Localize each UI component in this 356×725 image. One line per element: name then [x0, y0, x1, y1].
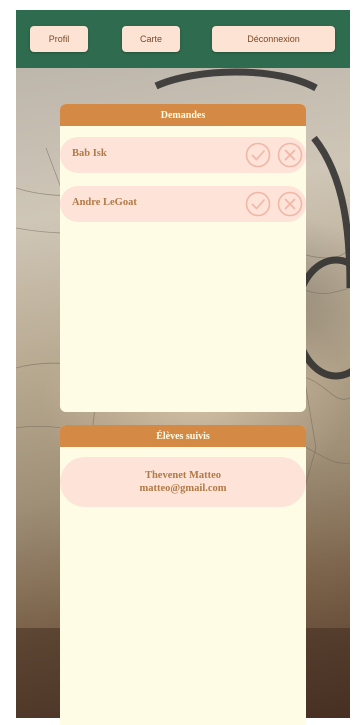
- top-navigation-bar: Profil Carte Déconnexion: [16, 10, 350, 68]
- request-row: Andre LeGoat: [60, 186, 306, 222]
- reject-request-close-icon[interactable]: [277, 191, 303, 217]
- accept-request-checkmark-icon[interactable]: [245, 142, 271, 168]
- student-email: matteo@gmail.com: [139, 483, 227, 494]
- request-row: Bab Isk: [60, 137, 306, 173]
- accept-request-checkmark-icon[interactable]: [245, 191, 271, 217]
- followed-students-panel: Élèves suivis Thevenet Matteo matteo@gma…: [60, 425, 306, 725]
- map-button[interactable]: Carte: [122, 26, 180, 52]
- requests-panel-title: Demandes: [60, 104, 306, 126]
- profile-button[interactable]: Profil: [30, 26, 88, 52]
- request-name: Andre LeGoat: [72, 197, 137, 208]
- requests-panel: Demandes Bab Isk Andre LeGoat: [60, 104, 306, 412]
- request-name: Bab Isk: [72, 148, 107, 159]
- reject-request-close-icon[interactable]: [277, 142, 303, 168]
- students-panel-title: Élèves suivis: [60, 425, 306, 447]
- student-card[interactable]: Thevenet Matteo matteo@gmail.com: [60, 457, 306, 507]
- student-name: Thevenet Matteo: [144, 470, 222, 481]
- logout-button[interactable]: Déconnexion: [212, 26, 335, 52]
